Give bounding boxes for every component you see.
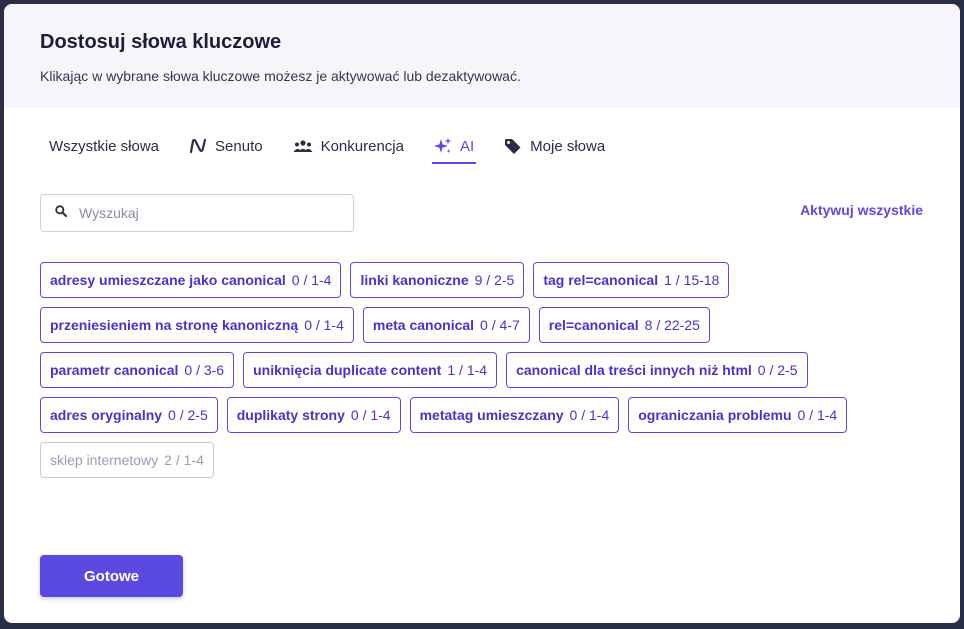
- tab-label: Moje słowa: [530, 137, 606, 155]
- keyword-chip[interactable]: adres oryginalny 0 / 2-5: [40, 397, 218, 433]
- keyword-chip[interactable]: rel=canonical 8 / 22-25: [538, 307, 710, 343]
- keyword-chip[interactable]: tag rel=canonical 1 / 15-18: [533, 262, 730, 298]
- keyword-count: 0 / 3-6: [184, 362, 225, 378]
- keyword-count: 1 / 15-18: [664, 272, 720, 288]
- keyword-text: meta canonical: [372, 317, 475, 333]
- keyword-text: linki kanoniczne: [360, 272, 469, 288]
- dialog-header: Dostosuj słowa kluczowe Klikając w wybra…: [4, 4, 960, 108]
- keyword-count: 0 / 1-4: [304, 317, 344, 333]
- done-button[interactable]: Gotowe: [40, 555, 183, 597]
- chip-row: parametr canonical 0 / 3-6 uniknięcia dup…: [40, 352, 920, 388]
- senuto-logo-icon: [189, 138, 207, 154]
- keyword-text: przeniesieniem na stronę kanoniczną: [50, 317, 299, 333]
- keyword-text: rel=canonical: [548, 317, 639, 333]
- keyword-chip[interactable]: ograniczania problemu 0 / 1-4: [628, 397, 848, 433]
- keyword-text: tag rel=canonical: [543, 272, 659, 288]
- tab-label: Wszystkie słowa: [49, 137, 160, 155]
- chip-row: adresy umieszczane jako canonical 0 / 1-4…: [40, 262, 920, 298]
- keyword-count: 1 / 1-4: [447, 362, 488, 378]
- keyword-chip[interactable]: przeniesieniem na stronę kanoniczną 0 / 1…: [40, 307, 354, 343]
- keyword-chip[interactable]: uniknięcia duplicate content 1 / 1-4: [243, 352, 498, 388]
- tab-senuto[interactable]: Senuto: [187, 130, 265, 164]
- keyword-text: ograniczania problemu: [638, 407, 792, 423]
- keyword-chip[interactable]: linki kanoniczne 9 / 2-5: [350, 262, 525, 298]
- tab-ai[interactable]: AI: [431, 130, 477, 164]
- keyword-count: 0 / 2-5: [168, 407, 208, 423]
- keyword-count: 8 / 22-25: [644, 317, 700, 333]
- chip-row: sklep internetowy 2 / 1-4: [40, 442, 920, 478]
- activate-all-link[interactable]: Aktywuj wszystkie: [800, 202, 923, 218]
- keyword-count: 0 / 1-4: [291, 272, 332, 288]
- dialog-subtitle: Klikając w wybrane słowa kluczowe możesz…: [40, 68, 521, 84]
- search-icon: [55, 204, 67, 222]
- keyword-chip[interactable]: duplikaty strony 0 / 1-4: [226, 397, 401, 433]
- keyword-chip[interactable]: canonical dla treści innych niż html 0 / …: [506, 352, 808, 388]
- keyword-chips: adresy umieszczane jako canonical 0 / 1-4…: [40, 262, 920, 487]
- tab-competition[interactable]: Konkurencja: [291, 130, 406, 164]
- keyword-chip[interactable]: metatag umieszczany 0 / 1-4: [409, 397, 620, 433]
- sparkles-icon: [433, 137, 452, 155]
- keyword-count: 2 / 1-4: [164, 452, 204, 468]
- tab-my-keywords[interactable]: Moje słowa: [502, 130, 607, 164]
- tab-all-keywords[interactable]: Wszystkie słowa: [40, 130, 161, 164]
- keyword-text: metatag umieszczany: [419, 407, 564, 423]
- keyword-text: adres oryginalny: [50, 407, 163, 423]
- dialog-title: Dostosuj słowa kluczowe: [40, 31, 282, 53]
- keyword-count: 0 / 1-4: [569, 407, 610, 423]
- keyword-text: sklep internetowy: [50, 452, 159, 468]
- keyword-text: adresy umieszczane jako canonical: [50, 272, 286, 288]
- keyword-text: canonical dla treści innych niż html: [516, 362, 752, 378]
- keyword-text: uniknięcia duplicate content: [253, 362, 442, 378]
- keyword-chip[interactable]: meta canonical 0 / 4-7: [362, 307, 530, 343]
- keyword-count: 0 / 1-4: [797, 407, 838, 423]
- search-input[interactable]: [77, 204, 331, 222]
- tab-label: Konkurencja: [320, 137, 404, 155]
- keyword-chip-inactive[interactable]: sklep internetowy 2 / 1-4: [40, 442, 214, 478]
- search-field[interactable]: [40, 194, 354, 232]
- tab-label: Senuto: [215, 137, 263, 155]
- customize-keywords-dialog: Dostosuj słowa kluczowe Klikając w wybra…: [4, 4, 960, 623]
- keyword-chip[interactable]: adresy umieszczane jako canonical 0 / 1-4: [40, 262, 342, 298]
- keyword-source-tabs: Wszystkie słowa Senuto Konkurencja AI Mo…: [40, 130, 633, 164]
- keyword-count: 9 / 2-5: [474, 272, 515, 288]
- keyword-text: parametr canonical: [50, 362, 179, 378]
- keyword-chip[interactable]: parametr canonical 0 / 3-6: [40, 352, 235, 388]
- tab-label: AI: [459, 137, 475, 155]
- keyword-text: duplikaty strony: [236, 407, 345, 423]
- keyword-count: 0 / 2-5: [757, 362, 798, 378]
- group-icon: [293, 139, 313, 153]
- keyword-count: 0 / 1-4: [350, 407, 391, 423]
- tag-icon: [504, 138, 522, 154]
- keyword-count: 0 / 4-7: [480, 317, 520, 333]
- chip-row: adres oryginalny 0 / 2-5 duplikaty strony…: [40, 397, 920, 433]
- chip-row: przeniesieniem na stronę kanoniczną 0 / 1…: [40, 307, 920, 343]
